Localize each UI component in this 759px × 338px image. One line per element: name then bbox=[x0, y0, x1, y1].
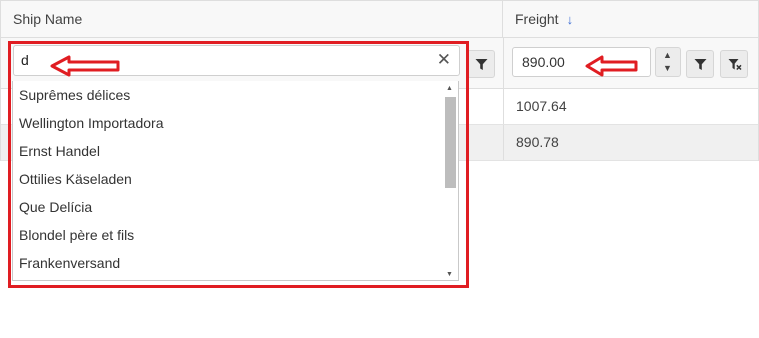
ship-name-filter-input[interactable]: d ✕ bbox=[13, 45, 460, 76]
freight-filter-button[interactable] bbox=[686, 50, 714, 78]
scroll-up-icon[interactable]: ▲ bbox=[446, 85, 453, 92]
filter-icon bbox=[694, 59, 707, 70]
dropdown-item[interactable]: Ottilies Käseladen bbox=[19, 165, 132, 193]
dropdown-item[interactable]: Wellington Importadora bbox=[19, 109, 163, 137]
freight-numeric-filter[interactable]: 890.00 ▲ ▼ bbox=[512, 47, 682, 77]
triangle-down-icon[interactable]: ▼ bbox=[663, 63, 672, 73]
filter-clear-icon bbox=[728, 59, 742, 71]
close-icon[interactable]: ✕ bbox=[437, 50, 451, 70]
freight-clear-filter-button[interactable] bbox=[720, 50, 748, 78]
freight-cell: 890.78 bbox=[516, 134, 559, 150]
dropdown-item[interactable]: Frankenversand bbox=[19, 249, 120, 277]
column-divider bbox=[503, 38, 504, 89]
freight-filter-value[interactable]: 890.00 bbox=[522, 54, 565, 70]
dropdown-item[interactable]: Suprêmes délices bbox=[19, 81, 130, 109]
dropdown-scrollbar[interactable]: ▲ ▼ bbox=[444, 85, 456, 278]
dropdown-item[interactable]: Blondel père et fils bbox=[19, 221, 134, 249]
dropdown-item[interactable]: Ernst Handel bbox=[19, 137, 100, 165]
filter-icon bbox=[475, 59, 488, 70]
arrow-down-icon: ↓ bbox=[566, 12, 574, 27]
column-divider bbox=[503, 89, 504, 124]
freight-header-label: Freight bbox=[515, 11, 559, 27]
freight-cell: 1007.64 bbox=[516, 98, 567, 114]
ship-name-suggestions-dropdown[interactable]: Suprêmes délices Wellington Importadora … bbox=[12, 81, 459, 281]
dropdown-item[interactable]: Que Delícia bbox=[19, 193, 92, 221]
freight-filter-input[interactable]: 890.00 bbox=[512, 47, 651, 77]
column-divider bbox=[503, 125, 504, 160]
ship-name-column-header[interactable]: Ship Name bbox=[1, 1, 503, 38]
ship-name-filter-button[interactable] bbox=[467, 50, 495, 78]
grid-header-row: Ship Name Freight ↓ bbox=[1, 0, 758, 38]
freight-spinner[interactable]: ▲ ▼ bbox=[655, 47, 681, 77]
scrollbar-thumb[interactable] bbox=[445, 97, 456, 188]
freight-column-header[interactable]: Freight ↓ bbox=[503, 1, 759, 38]
ship-name-header-label: Ship Name bbox=[13, 11, 83, 27]
triangle-up-icon[interactable]: ▲ bbox=[663, 50, 672, 60]
scroll-down-icon[interactable]: ▼ bbox=[446, 271, 453, 278]
ship-name-filter-value[interactable]: d bbox=[21, 52, 29, 68]
